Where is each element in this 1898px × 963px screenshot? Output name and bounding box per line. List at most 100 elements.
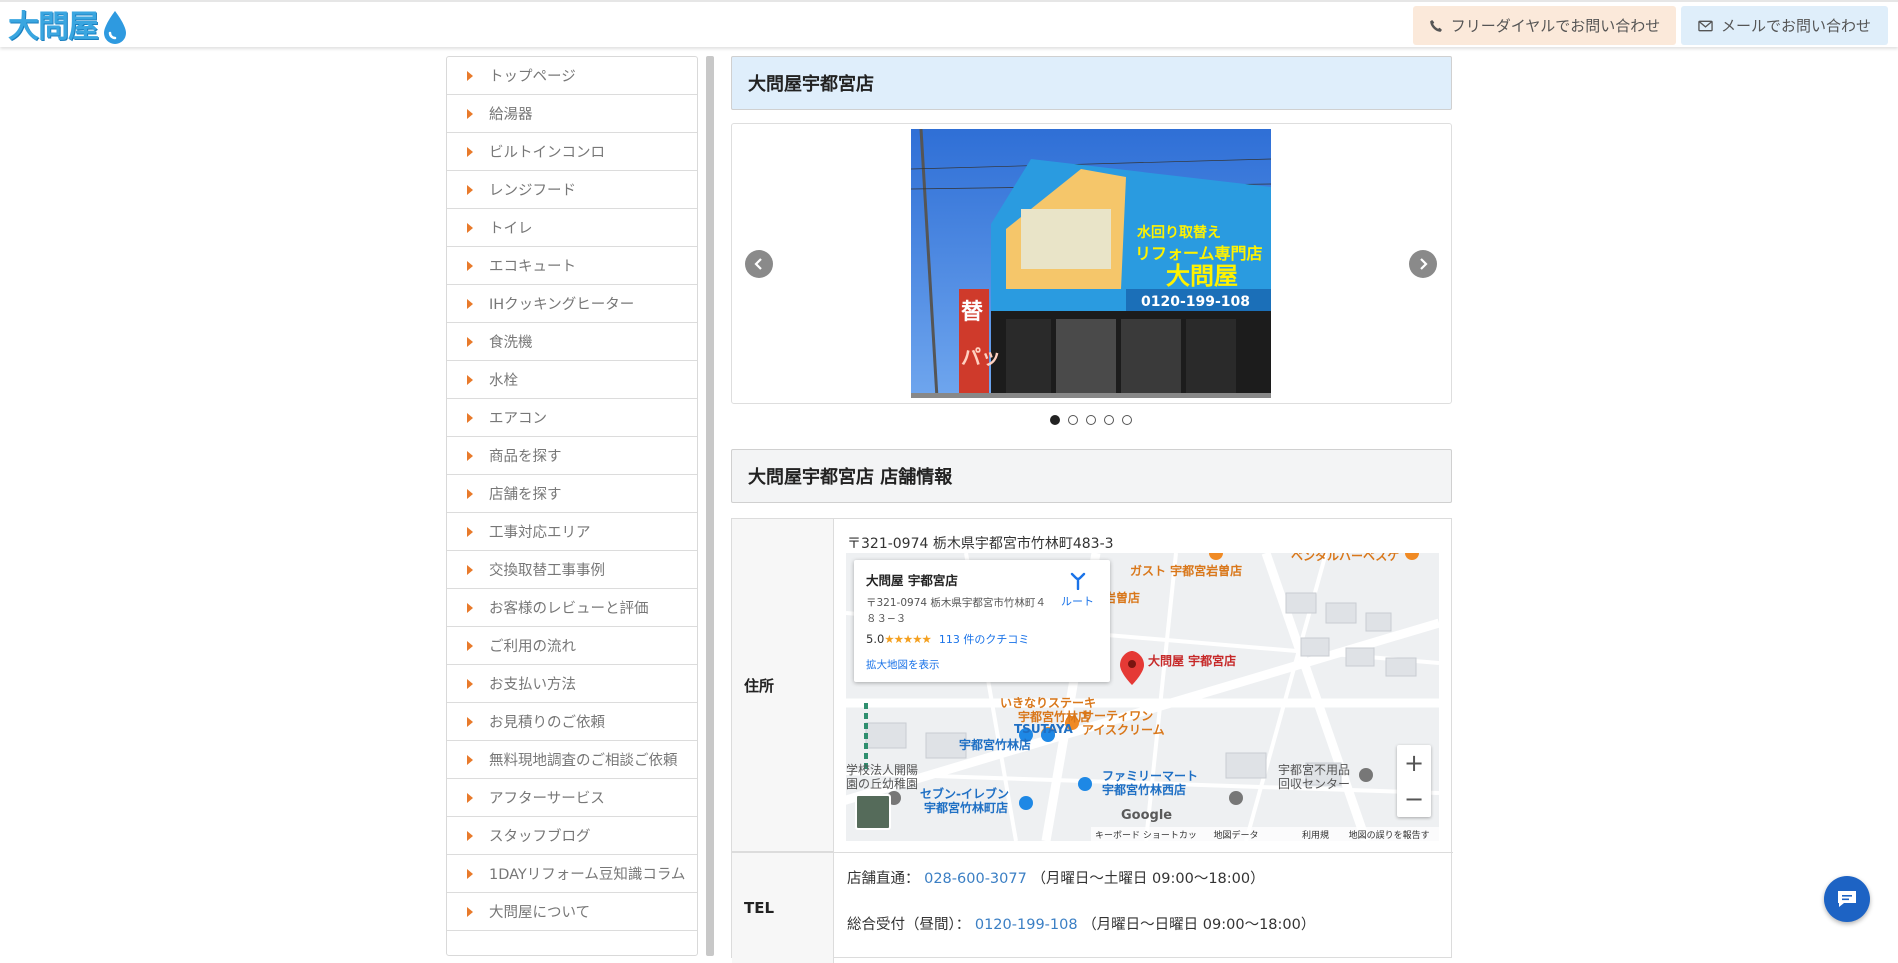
zoom-out-button[interactable]: − [1397,781,1431,817]
sidebar-item-label: トイレ [489,221,533,237]
sidebar-item[interactable]: アフターサービス [447,779,697,817]
sidebar-item-label: トップページ [489,69,576,85]
sign-vertical-text: 替 [961,300,983,325]
chat-button[interactable] [1824,876,1870,922]
carousel-dot[interactable] [1104,415,1114,425]
sidebar-item[interactable]: 工事対応エリア [447,513,697,551]
map-larger-link[interactable]: 拡大地図を表示 [866,657,1098,672]
sidebar-item[interactable]: 交換取替工事事例 [447,551,697,589]
sidebar-item-label: ご利用の流れ [489,639,576,655]
zoom-in-button[interactable]: + [1397,745,1431,781]
carousel-next-button[interactable] [1409,250,1437,278]
sidebar-item[interactable]: ビルトインコンロ [447,133,697,171]
tel-store-direct-hours: （月曜日〜土曜日 09:00〜18:00） [1031,871,1265,887]
sidebar-item-label: 無料現地調査のご相談ご依頼 [489,753,678,769]
map-zoom-controls: + − [1397,745,1431,817]
carousel-dot[interactable] [1050,415,1060,425]
map-label-seven-2: 宇都宮竹林町店 [924,801,1009,815]
minus-icon: − [1403,785,1425,813]
sidebar-item-label: 店舗を探す [489,487,562,503]
sidebar-item[interactable]: トップページ [447,57,697,95]
caret-right-icon [467,868,473,879]
sidebar-item-label: 大問屋について [489,905,591,921]
sidebar-item-label: アフターサービス [489,791,605,807]
map-footer-link[interactable]: 利用規約 [1302,828,1337,841]
map-footer-link[interactable]: キーボード ショートカット [1095,828,1201,841]
store-info-table: 住所 〒321-0974 栃木県宇都宮市竹林町483-3 大問屋 宇都宮店 Go… [731,518,1453,963]
sidebar-item[interactable]: 水栓 [447,361,697,399]
sidebar-nav: トップページ 給湯器ビルトインコンロレンジフードトイレエコキュート IHクッキングヒ… [446,56,698,956]
logo-text: 大問屋 [8,9,99,45]
map-footer-link[interactable]: 地図データ ©2025 [1213,828,1290,841]
sidebar-item[interactable]: 商品を探す [447,437,697,475]
carousel-dot[interactable] [1086,415,1096,425]
sidebar-item-label: 水栓 [489,373,518,389]
map-pin-label: 大問屋 宇都宮店 [1148,653,1236,668]
sidebar-item-label: お客様のレビューと評価 [489,601,649,617]
sidebar-item-label: 1DAYリフォーム豆知識コラム [489,867,686,883]
carousel-slide-image: 水回り取替え リフォーム専門店 大問屋 0120-199-108 替 パッ [911,129,1271,398]
site-header: 大問屋 フリーダイヤルでお問い合わせ メールでお問い合わせ [0,0,1898,47]
tel-store-direct-link[interactable]: 028-600-3077 [924,871,1027,887]
caret-right-icon [467,412,473,423]
sidebar-item[interactable]: レンジフード [447,171,697,209]
sidebar-item[interactable]: 1DAYリフォーム豆知識コラム [447,855,697,893]
sidebar-item[interactable]: 無料現地調査のご相談ご依頼 [447,741,697,779]
sidebar-item-label: お見積りのご依頼 [489,715,605,731]
freedial-contact-label: フリーダイヤルでお問い合わせ [1450,17,1661,35]
sidebar-item[interactable]: IHクッキングヒーター [447,285,697,323]
carousel-dot[interactable] [1068,415,1078,425]
mail-contact-label: メールでお問い合わせ [1720,17,1871,35]
caret-right-icon [467,602,473,613]
sidebar-item[interactable]: 店舗を探す [447,475,697,513]
mail-icon [1698,20,1713,31]
sidebar-item[interactable]: エコキュート [447,247,697,285]
sidebar-item[interactable]: お支払い方法 [447,665,697,703]
mail-contact-button[interactable]: メールでお問い合わせ [1681,6,1888,45]
store-photo: 水回り取替え リフォーム専門店 大問屋 0120-199-108 替 パッ [911,129,1271,398]
sidebar-item[interactable]: お客様のレビューと評価 [447,589,697,627]
sidebar-item-label: お支払い方法 [489,677,576,693]
map-route-label: ルート [1061,595,1094,608]
carousel-prev-button[interactable] [745,250,773,278]
map-footer-link[interactable]: 地図の誤りを報告する [1349,828,1435,841]
plus-icon: + [1403,749,1425,777]
caret-right-icon [467,564,473,575]
sidebar-item[interactable]: 大問屋について [447,893,697,931]
sidebar-scrollbar[interactable] [706,56,714,956]
sidebar-item-label: エコキュート [489,259,576,275]
sign-top-text: 水回り取替え [1137,224,1221,241]
caret-right-icon [467,184,473,195]
carousel-dot[interactable] [1122,415,1132,425]
sidebar-item[interactable]: 食洗機 [447,323,697,361]
site-logo[interactable]: 大問屋 [8,6,128,46]
sidebar-item-label: ビルトインコンロ [489,145,605,161]
sidebar-item[interactable]: トイレ [447,209,697,247]
caret-right-icon [467,526,473,537]
caret-right-icon [467,754,473,765]
sidebar-item-label: 交換取替工事事例 [489,563,605,579]
tel-general-link[interactable]: 0120-199-108 [975,917,1078,933]
caret-right-icon [467,792,473,803]
map-reviews-link[interactable]: 113 件のクチコミ [939,631,1030,647]
sidebar-item[interactable]: 給湯器 [447,95,697,133]
map-label-gusto: ガスト 宇都宮岩曽店 [1130,564,1243,578]
sign-main-text: 大問屋 [1166,262,1238,290]
sidebar-item[interactable]: ご利用の流れ [447,627,697,665]
chat-icon [1838,891,1856,907]
map-route-button[interactable]: ルート [1061,572,1094,609]
caret-right-icon [467,716,473,727]
sidebar-item[interactable]: スタッフブログ [447,817,697,855]
sign-sub-text: リフォーム専門店 [1135,244,1263,263]
caret-right-icon [467,450,473,461]
sidebar-item-label: 給湯器 [489,107,533,123]
sidebar-item[interactable]: お見積りのご依頼 [447,703,697,741]
freedial-contact-button[interactable]: フリーダイヤルでお問い合わせ [1413,6,1676,45]
address-header: 住所 [732,519,834,852]
tel-header: TEL [732,853,834,963]
star-rating-icon: ★★★★★ [884,632,932,646]
chevron-right-icon [1420,258,1428,270]
google-map[interactable]: 大問屋 宇都宮店 Google ガスト 宇都宮岩曽店 宇都宮岩曽店 ベンタルハー… [846,553,1439,841]
sidebar-item[interactable]: エアコン [447,399,697,437]
sign-vertical-text-2: パッ [961,345,1001,369]
